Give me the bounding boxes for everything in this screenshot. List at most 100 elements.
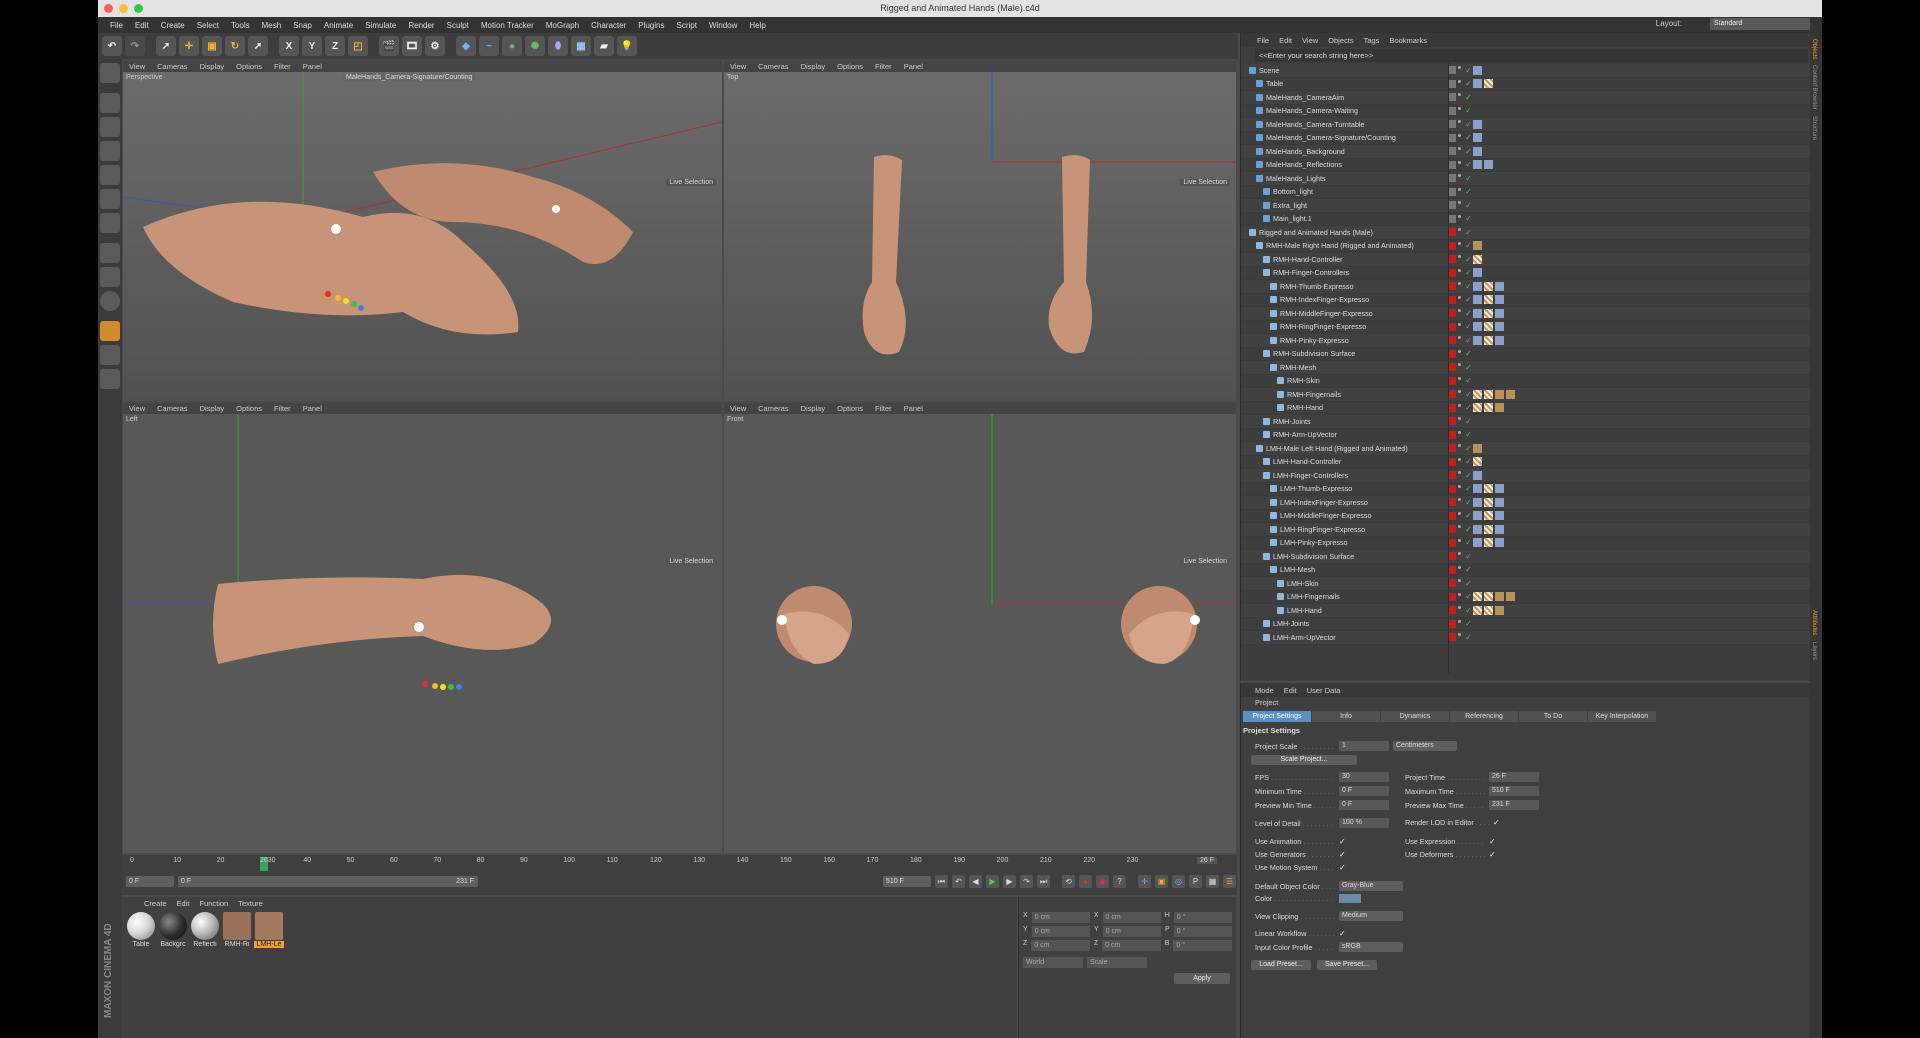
visibility-dots[interactable] — [1449, 295, 1463, 305]
make-editable-icon[interactable] — [100, 63, 120, 83]
visibility-dots[interactable] — [1449, 538, 1463, 548]
material-item[interactable]: Table — [126, 912, 156, 948]
material-item[interactable]: Reflecti — [190, 912, 220, 948]
use-motion-checkbox[interactable]: ✓ — [1339, 863, 1346, 872]
load-preset-button[interactable]: Load Preset... — [1251, 960, 1311, 970]
visibility-dots[interactable] — [1449, 335, 1463, 345]
menu-create[interactable]: Create — [155, 21, 191, 30]
object-row[interactable]: MaleHands_Camera-Waiting ✓ — [1241, 105, 1810, 118]
tag-icon[interactable] — [1473, 389, 1482, 399]
visibility-dots[interactable] — [1449, 524, 1463, 534]
menu-help[interactable]: Help — [743, 21, 771, 30]
min-time-input[interactable]: 0 F — [1339, 786, 1389, 796]
object-row[interactable]: MaleHands_Camera-Turntable ✓ — [1241, 118, 1810, 132]
visibility-dots[interactable] — [1449, 376, 1463, 386]
tag-icon[interactable] — [1473, 308, 1482, 318]
visibility-dots[interactable] — [1449, 160, 1463, 170]
visibility-dots[interactable] — [1449, 551, 1463, 561]
close-button[interactable] — [104, 4, 113, 13]
object-row[interactable]: Bottom_light ✓ — [1241, 186, 1810, 199]
visibility-dots[interactable] — [1449, 362, 1463, 372]
tab-dynamics[interactable]: Dynamics — [1381, 711, 1449, 722]
vp-menu-filter[interactable]: Filter — [875, 404, 892, 413]
tag-icon[interactable] — [1473, 79, 1482, 89]
autokey-icon[interactable]: ◉ — [1096, 874, 1109, 888]
tab-referencing[interactable]: Referencing — [1450, 711, 1518, 722]
visibility-dots[interactable] — [1449, 254, 1463, 264]
enabled-check-icon[interactable]: ✓ — [1465, 309, 1472, 318]
object-row[interactable]: LMH-Hand-Controller ✓ — [1241, 456, 1810, 469]
tag-icon[interactable] — [1495, 389, 1504, 399]
mat-menu-create[interactable]: Create — [144, 899, 167, 908]
om-menu-edit[interactable]: Edit — [1279, 36, 1292, 45]
object-row[interactable]: LMH-Fingernails ✓ — [1241, 591, 1810, 604]
project-scale-input[interactable]: 1 — [1339, 741, 1389, 751]
object-row[interactable]: LMH-Joints ✓ — [1241, 618, 1810, 631]
tag-icon[interactable] — [1484, 335, 1493, 345]
visibility-dots[interactable] — [1449, 200, 1463, 210]
array-icon[interactable]: ✺ — [525, 36, 545, 56]
rotation-h-field[interactable]: 0 ° — [1173, 912, 1233, 923]
om-menu-file[interactable]: File — [1257, 36, 1269, 45]
tag-icon[interactable] — [1484, 511, 1493, 521]
tag-icon[interactable] — [1473, 160, 1482, 170]
enabled-check-icon[interactable]: ✓ — [1465, 282, 1472, 291]
material-item[interactable]: Backgrc — [158, 912, 188, 948]
rotate-icon[interactable]: ↻ — [225, 36, 245, 56]
visibility-dots[interactable] — [1449, 322, 1463, 332]
menu-render[interactable]: Render — [402, 21, 440, 30]
object-row[interactable]: RMH-Skin ✓ — [1241, 375, 1810, 388]
use-expression-checkbox[interactable]: ✓ — [1489, 837, 1496, 846]
object-row[interactable]: RMH-Finger-Controllers ✓ — [1241, 267, 1810, 280]
tag-icon[interactable] — [1473, 470, 1482, 480]
points-mode-icon[interactable] — [100, 165, 120, 185]
enabled-check-icon[interactable]: ✓ — [1465, 295, 1472, 304]
tweak-mode-icon[interactable] — [100, 267, 120, 287]
enabled-check-icon[interactable]: ✓ — [1465, 120, 1472, 129]
render-lod-checkbox[interactable]: ✓ — [1493, 818, 1500, 827]
vp-menu-panel[interactable]: Panel — [303, 404, 322, 413]
tag-icon[interactable] — [1495, 281, 1504, 291]
nurbs-icon[interactable]: ● — [502, 36, 522, 56]
deformer-icon[interactable]: ⬮ — [548, 36, 568, 56]
start-frame-field[interactable]: 0 F — [126, 875, 174, 887]
visibility-dots[interactable] — [1449, 511, 1463, 521]
tag-icon[interactable] — [1473, 443, 1482, 453]
rotation-b-field[interactable]: 0 ° — [1173, 940, 1233, 951]
enabled-check-icon[interactable]: ✓ — [1465, 133, 1472, 142]
om-menu-tags[interactable]: Tags — [1364, 36, 1380, 45]
visibility-dots[interactable] — [1449, 227, 1463, 237]
om-menu-view[interactable]: View — [1302, 36, 1318, 45]
parameter-key-icon[interactable]: P — [1189, 874, 1202, 888]
enabled-check-icon[interactable]: ✓ — [1465, 201, 1472, 210]
object-row[interactable]: LMH-Subdivision Surface ✓ — [1241, 550, 1810, 564]
vp-menu-cameras[interactable]: Cameras — [157, 62, 187, 71]
position-key-icon[interactable]: ✛ — [1138, 874, 1151, 888]
object-row[interactable]: MaleHands_Background ✓ — [1241, 145, 1810, 159]
visibility-dots[interactable] — [1449, 281, 1463, 291]
tag-icon[interactable] — [1484, 403, 1493, 413]
visibility-dots[interactable] — [1449, 79, 1463, 89]
object-row[interactable]: LMH-Mesh ✓ — [1241, 564, 1810, 577]
coordinate-system-icon[interactable]: ◰ — [348, 36, 368, 56]
preview-range-slider[interactable]: 0 F 231 F — [178, 875, 478, 887]
visibility-dots[interactable] — [1449, 268, 1463, 278]
live-select-icon[interactable]: ➚ — [248, 36, 268, 56]
keyframe-selection-icon[interactable]: ? — [1113, 874, 1126, 888]
object-row[interactable]: RMH-Subdivision Surface ✓ — [1241, 348, 1810, 361]
vp-menu-display[interactable]: Display — [200, 62, 225, 71]
enabled-check-icon[interactable]: ✓ — [1465, 160, 1472, 169]
menu-character[interactable]: Character — [585, 21, 632, 30]
visibility-dots[interactable] — [1449, 308, 1463, 318]
tag-icon[interactable] — [1495, 592, 1504, 602]
vp-menu-options[interactable]: Options — [837, 62, 863, 71]
use-generators-checkbox[interactable]: ✓ — [1339, 850, 1346, 859]
tag-icon[interactable] — [1473, 295, 1482, 305]
tag-icon[interactable] — [1473, 497, 1482, 507]
menu-snap[interactable]: Snap — [287, 21, 318, 30]
polygons-mode-icon[interactable] — [100, 213, 120, 233]
redo-icon[interactable]: ↷ — [125, 36, 145, 56]
enabled-check-icon[interactable]: ✓ — [1465, 498, 1472, 507]
visibility-dots[interactable] — [1449, 133, 1463, 143]
tag-icon[interactable] — [1495, 335, 1504, 345]
